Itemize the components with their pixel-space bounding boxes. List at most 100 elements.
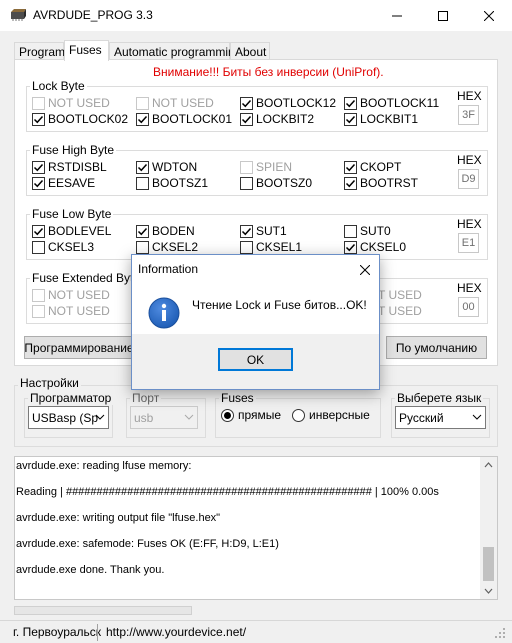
log-line: avrdude.exe: safemode: Fuses OK (E:FF, H… [16, 538, 279, 550]
app-chip-icon [10, 8, 26, 25]
checkmark-icon [240, 96, 253, 110]
fuse_low-bit-checkbox[interactable]: CKSEL1 [240, 240, 302, 254]
minimize-icon [392, 15, 402, 16]
programmer-select[interactable]: USBasp (Sp [28, 406, 109, 429]
log-vertical-scrollbar[interactable] [480, 457, 497, 599]
minimize-button[interactable] [374, 0, 420, 31]
status-url[interactable]: http://www.yourdevice.net/ [106, 625, 246, 639]
lock-byte-title: Lock Byte [30, 79, 87, 93]
checkmark-icon [136, 112, 149, 126]
checkmark-icon [344, 160, 357, 174]
checkmark-icon [344, 96, 357, 110]
checkbox-empty-icon [240, 160, 253, 174]
ok-button[interactable]: OK [218, 348, 293, 371]
lock-hex-label: HEX [457, 89, 482, 103]
checkbox-empty-icon [136, 176, 149, 190]
fuse_low-bit-checkbox[interactable]: SUT1 [240, 224, 287, 238]
fuse-high-hex-label: HEX [457, 153, 482, 167]
fuse_low-bit-checkbox[interactable]: CKSEL3 [32, 240, 94, 254]
checkbox-label: SUT1 [256, 224, 287, 238]
port-select[interactable]: usb [130, 406, 198, 429]
fuse-ext-title: Fuse Extended Byte [30, 271, 143, 285]
log-line: avrdude.exe: reading lfuse memory: [16, 460, 192, 472]
checkbox-label: BOOTLOCK12 [256, 96, 337, 110]
checkbox-label: CKOPT [360, 160, 402, 174]
maximize-icon [438, 10, 448, 21]
checkbox-label: CKSEL1 [256, 240, 303, 254]
fuse_low-bit-checkbox[interactable]: BODEN [136, 224, 195, 238]
dialog-close-button[interactable] [350, 255, 379, 284]
scrollbar-arrows-icon [483, 462, 494, 594]
checkbox-label: NOT USED [48, 304, 110, 318]
fuse_high-bit-checkbox[interactable]: EESAVE [32, 176, 95, 190]
log-line: Reading | ##############################… [16, 486, 439, 498]
chevron-down-icon [472, 414, 482, 420]
dialog-title-bar: Information [132, 255, 379, 284]
programmer-label: Программатор [28, 391, 114, 405]
port-label: Порт [130, 391, 162, 405]
log-horizontal-scrollbar[interactable] [14, 606, 192, 615]
language-select[interactable]: Русский [395, 406, 486, 429]
lock_byte-bit-checkbox[interactable]: BOOTLOCK02 [32, 112, 128, 126]
checkbox-label: CKSEL3 [48, 240, 95, 254]
checkbox-label: EESAVE [48, 176, 96, 190]
fuse_low-bit-checkbox[interactable]: CKSEL2 [136, 240, 198, 254]
program-button[interactable]: Программирование [24, 336, 134, 359]
checkbox-empty-icon [344, 224, 357, 238]
status-separator [97, 624, 98, 641]
lock_byte-bit-checkbox[interactable]: BOOTLOCK12 [240, 96, 336, 110]
checkmark-icon [136, 224, 149, 238]
port-value: usb [134, 410, 154, 425]
lock_byte-bit-checkbox[interactable]: BOOTLOCK01 [136, 112, 232, 126]
fuse_high-bit-checkbox[interactable]: BOOTSZ0 [240, 176, 312, 190]
fuse_high-bit-checkbox[interactable]: BOOTSZ1 [136, 176, 208, 190]
fuse_ext-bit-checkbox[interactable]: NOT USED [32, 304, 110, 318]
fuses-mode-label: Fuses [219, 391, 256, 405]
checkbox-label: WDTON [152, 160, 198, 174]
checkmark-icon [240, 224, 253, 238]
checkmark-icon [32, 160, 45, 174]
fuse_low-bit-checkbox[interactable]: SUT0 [344, 224, 391, 238]
status-city: г. Первоуральск [13, 625, 102, 639]
checkmark-icon [240, 112, 253, 126]
checkbox-empty-icon [136, 96, 149, 110]
tab-program[interactable]: Program [14, 42, 65, 60]
fuses-direct-label: прямые [238, 408, 282, 422]
checkbox-label: SPIEN [256, 160, 293, 174]
checkbox-label: NOT USED [48, 96, 110, 110]
window-title: AVRDUDE_PROG 3.3 [33, 8, 153, 22]
checkbox-empty-icon [32, 304, 45, 318]
fuse_ext-bit-checkbox[interactable]: NOT USED [32, 288, 110, 302]
checkbox-empty-icon [32, 96, 45, 110]
fuse-low-title: Fuse Low Byte [30, 207, 114, 221]
fuse_high-bit-checkbox[interactable]: SPIEN [240, 160, 292, 174]
checkbox-empty-icon [240, 240, 253, 254]
close-button[interactable] [466, 0, 512, 31]
lock_byte-bit-checkbox[interactable]: NOT USED [32, 96, 110, 110]
lock_byte-bit-checkbox[interactable]: LOCKBIT1 [344, 112, 418, 126]
checkbox-label: CKSEL2 [152, 240, 199, 254]
fuse_high-bit-checkbox[interactable]: WDTON [136, 160, 197, 174]
default-button[interactable]: По умолчанию [386, 336, 487, 359]
checkmark-icon [136, 160, 149, 174]
close-icon [484, 10, 494, 21]
fuses-direct-radio[interactable]: прямые [221, 408, 281, 422]
fuse_high-bit-checkbox[interactable]: BOOTRST [344, 176, 418, 190]
fuses-inverse-radio[interactable]: инверсные [292, 408, 370, 422]
tab-fuses[interactable]: Fuses [64, 40, 109, 61]
lock_byte-bit-checkbox[interactable]: BOOTLOCK11 [344, 96, 439, 110]
resize-grip-icon[interactable] [494, 627, 506, 639]
fuse_high-bit-checkbox[interactable]: CKOPT [344, 160, 401, 174]
checkbox-label: NOT USED [48, 288, 110, 302]
maximize-button[interactable] [420, 0, 466, 31]
fuse-low-hex-value: E1 [458, 233, 479, 253]
lock_byte-bit-checkbox[interactable]: LOCKBIT2 [240, 112, 314, 126]
fuse_low-bit-checkbox[interactable]: CKSEL0 [344, 240, 406, 254]
tab-automatic-programming[interactable]: Automatic programming [109, 42, 241, 60]
lock_byte-bit-checkbox[interactable]: NOT USED [136, 96, 214, 110]
tab-about[interactable]: About [230, 42, 270, 60]
fuse_high-bit-checkbox[interactable]: RSTDISBL [32, 160, 107, 174]
title-bar: AVRDUDE_PROG 3.3 [0, 0, 512, 31]
log-output[interactable]: avrdude.exe: reading lfuse memory: Readi… [14, 456, 498, 600]
fuse_low-bit-checkbox[interactable]: BODLEVEL [32, 224, 111, 238]
